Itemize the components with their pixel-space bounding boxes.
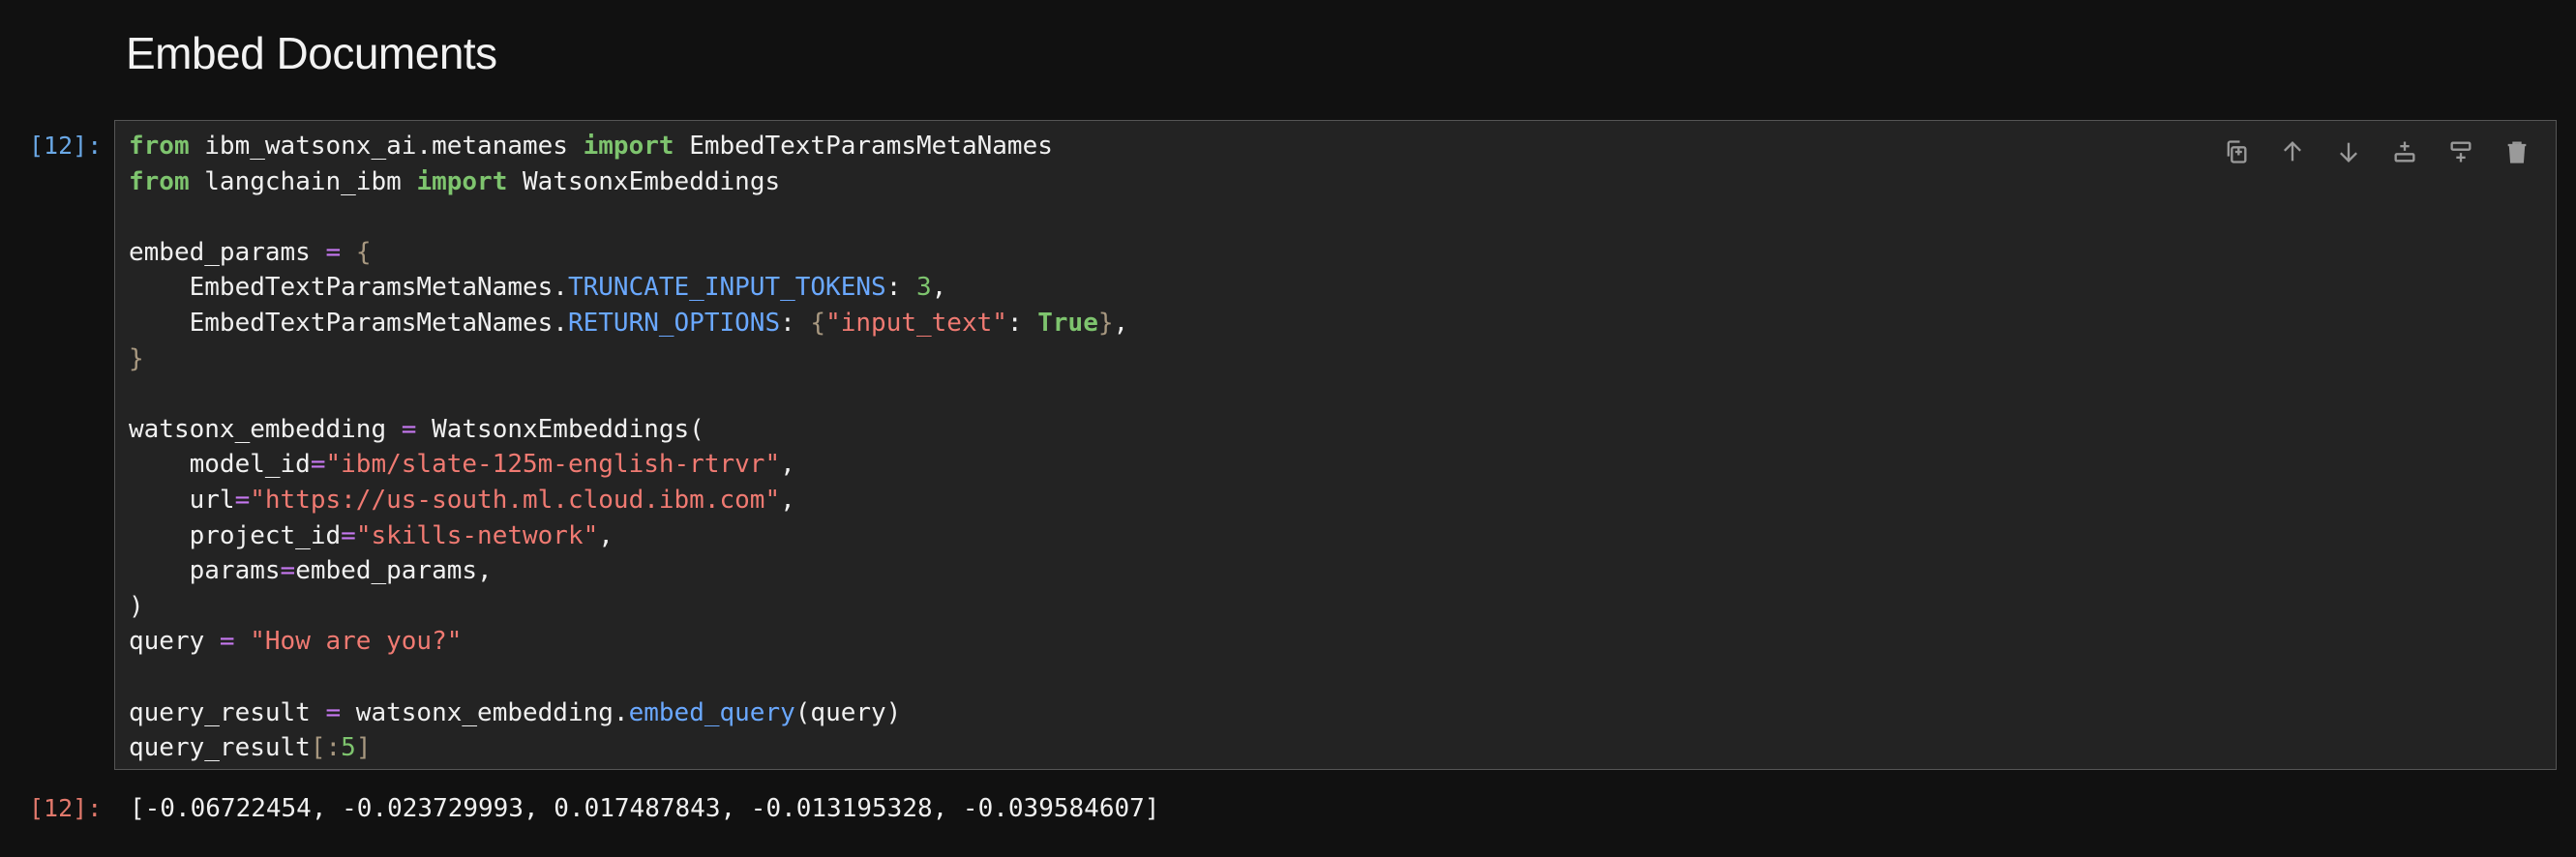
code-line-13: params=embed_params, [129,556,493,586]
code-line-11: url="https://us-south.ml.cloud.ibm.com", [129,485,795,515]
insert-below-icon[interactable] [2383,131,2426,173]
code-line-1: from ibm_watsonx_ai.metanames import Emb… [129,132,1053,161]
cell-output: [-0.06722454, -0.023729993, 0.017487843,… [130,794,1160,823]
code-line-2: from langchain_ibm import WatsonxEmbeddi… [129,166,781,196]
insert-above-icon[interactable] [2440,131,2482,173]
delete-icon[interactable] [2496,131,2538,173]
code-line-12: project_id="skills-network", [129,520,614,550]
code-line-9: watsonx_embedding = WatsonxEmbeddings( [129,414,704,444]
code-line-5: EmbedTextParamsMetaNames.TRUNCATE_INPUT_… [129,273,947,303]
move-down-icon[interactable] [2327,131,2370,173]
code-line-4: embed_params = { [129,237,372,267]
code-line-6: EmbedTextParamsMetaNames.RETURN_OPTIONS:… [129,308,1129,338]
code-cell[interactable]: from ibm_watsonx_ai.metanames import Emb… [114,120,2557,770]
duplicate-icon[interactable] [2215,131,2258,173]
code-editor[interactable]: from ibm_watsonx_ai.metanames import Emb… [129,129,1128,766]
output-prompt: [12]: [29,794,103,822]
code-line-7: } [129,343,144,373]
move-up-icon[interactable] [2271,131,2314,173]
code-line-15: query = "How are you?" [129,627,463,657]
cell-toolbar [2215,131,2538,173]
code-line-14: ) [129,591,144,621]
section-heading: Embed Documents [126,28,497,78]
code-line-10: model_id="ibm/slate-125m-english-rtrvr", [129,450,795,480]
input-prompt: [12]: [29,132,103,160]
code-line-18: query_result[:5] [129,733,372,763]
code-line-17: query_result = watsonx_embedding.embed_q… [129,697,902,727]
